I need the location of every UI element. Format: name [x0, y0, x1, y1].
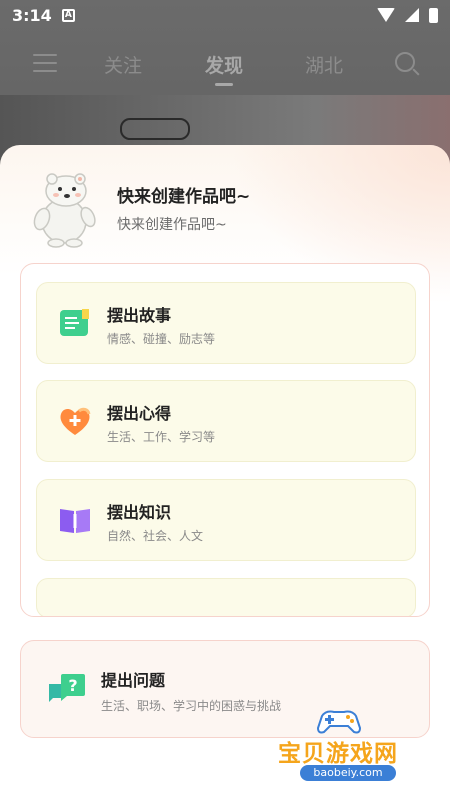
polar-bear-mascot-icon — [33, 173, 96, 248]
book-icon — [60, 309, 89, 336]
watermark-url: baobeiy.com — [300, 765, 396, 781]
tab-discover[interactable]: 发现 — [205, 51, 243, 86]
top-nav: 关注 发现 湖北 — [0, 40, 450, 86]
option-story-desc: 情感、碰撞、励志等 — [107, 332, 216, 346]
create-sheet: 快来创建作品吧~ 快来创建作品吧~ 摆出故事 情感、碰撞、励志等 摆出心得 生活… — [0, 145, 450, 800]
tab-follow[interactable]: 关注 — [104, 51, 142, 78]
option-story[interactable]: 摆出故事 情感、碰撞、励志等 — [36, 282, 416, 364]
tab-region[interactable]: 湖北 — [305, 51, 343, 78]
question-title: 提出问题 — [101, 671, 166, 690]
glasses-image — [120, 118, 190, 140]
status-bar: 3:14 A — [0, 0, 450, 30]
signal-icon — [405, 8, 419, 22]
notification-icon: A — [61, 8, 75, 22]
option-partial[interactable] — [36, 578, 416, 616]
svg-text:?: ? — [68, 676, 77, 695]
search-icon[interactable] — [395, 52, 415, 72]
wifi-icon — [377, 8, 395, 22]
menu-icon[interactable] — [33, 54, 57, 72]
question-chat-icon: ? — [49, 674, 85, 702]
option-insight-desc: 生活、工作、学习等 — [107, 430, 216, 444]
option-story-title: 摆出故事 — [107, 306, 172, 325]
option-insight-title: 摆出心得 — [107, 404, 172, 423]
status-time: 3:14 — [12, 5, 52, 25]
sheet-title: 快来创建作品吧~ — [117, 187, 251, 207]
watermark-title: 宝贝游戏网 — [278, 741, 398, 767]
battery-icon — [429, 7, 438, 23]
watermark: 宝贝游戏网 baobeiy.com — [270, 706, 440, 790]
heart-plus-icon — [60, 407, 91, 435]
option-knowledge[interactable]: 摆出知识 自然、社会、人文 — [36, 479, 416, 561]
options-panel: 摆出故事 情感、碰撞、励志等 摆出心得 生活、工作、学习等 摆出知识 自然、社会… — [20, 263, 430, 617]
question-desc: 生活、职场、学习中的困惑与挑战 — [101, 699, 282, 713]
option-knowledge-title: 摆出知识 — [107, 503, 172, 522]
option-insight[interactable]: 摆出心得 生活、工作、学习等 — [36, 380, 416, 462]
sheet-subtitle: 快来创建作品吧~ — [117, 217, 227, 233]
knowledge-book-icon — [60, 509, 90, 533]
option-knowledge-desc: 自然、社会、人文 — [107, 529, 204, 543]
gamepad-icon — [316, 710, 362, 734]
